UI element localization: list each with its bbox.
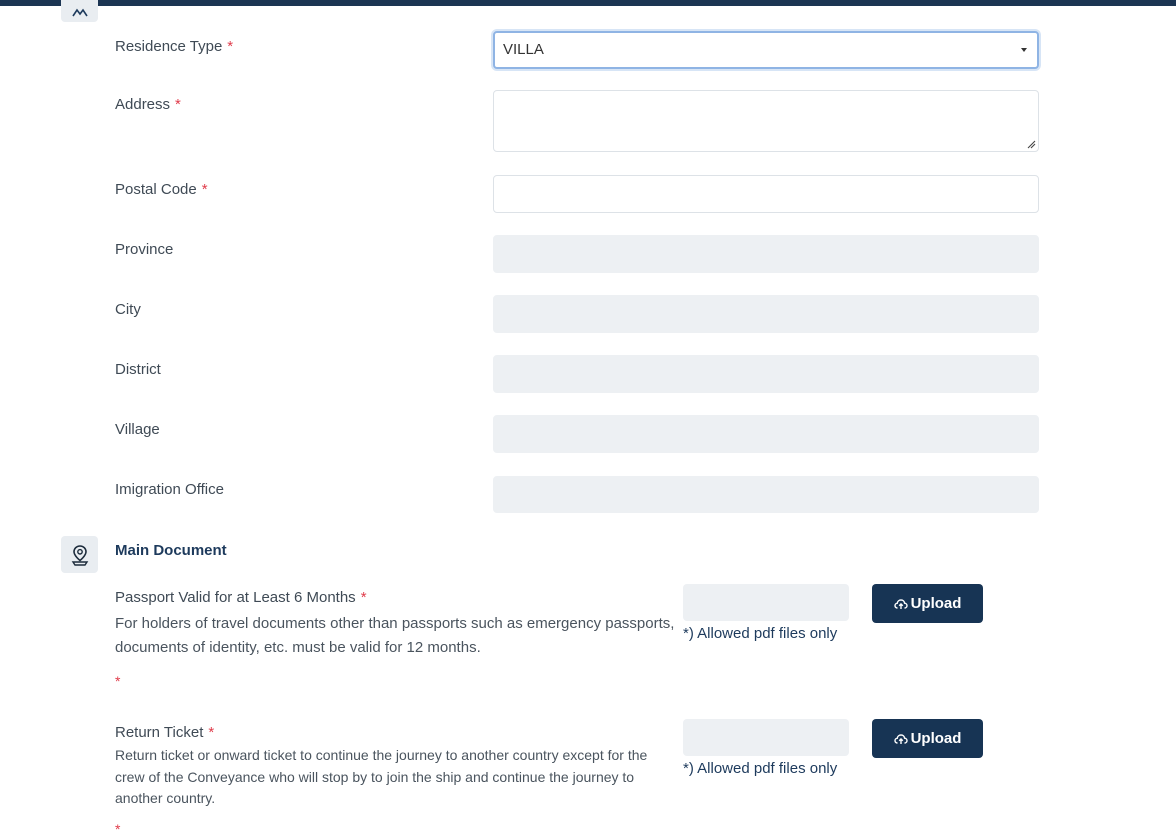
passport-file-hint: *) Allowed pdf files only [683, 625, 838, 642]
return-ticket-upload-label: Upload [910, 730, 962, 747]
main-document-title: Main Document [115, 542, 227, 559]
postal-code-input[interactable] [493, 175, 1039, 213]
resize-grip-icon[interactable] [1026, 139, 1036, 149]
return-ticket-upload-button[interactable]: Upload [872, 719, 983, 758]
residence-type-label: Residence Type * [115, 38, 234, 55]
province-label: Province [115, 241, 174, 258]
province-input [493, 235, 1039, 273]
passport-doc-description: For holders of travel documents other th… [115, 615, 675, 656]
city-input [493, 295, 1039, 333]
chevron-down-icon [1021, 48, 1027, 52]
immigration-office-input [493, 476, 1039, 513]
return-ticket-file-hint: *) Allowed pdf files only [683, 760, 838, 777]
village-input [493, 415, 1039, 453]
return-ticket-file-input[interactable] [683, 719, 849, 756]
passport-file-input[interactable] [683, 584, 849, 621]
cloud-upload-icon [893, 733, 908, 744]
return-ticket-required-mark: * [115, 821, 121, 837]
city-label: City [115, 301, 141, 318]
address-label: Address * [115, 96, 181, 113]
return-ticket-doc-title: Return Ticket * [115, 724, 215, 741]
residence-type-value: VILLA [503, 41, 544, 58]
district-label: District [115, 361, 161, 378]
residence-type-select[interactable]: VILLA [493, 31, 1039, 69]
location-pin-icon [61, 536, 98, 573]
immigration-office-label: Imigration Office [115, 481, 224, 498]
top-header-bar [0, 0, 1176, 6]
passport-doc-title: Passport Valid for at Least 6 Months * [115, 589, 367, 606]
return-ticket-doc-description: Return ticket or onward ticket to contin… [115, 747, 648, 806]
postal-code-label: Postal Code * [115, 181, 208, 198]
passport-required-mark: * [115, 673, 121, 689]
passport-upload-button[interactable]: Upload [872, 584, 983, 623]
cloud-upload-icon [893, 598, 908, 609]
passport-upload-label: Upload [910, 595, 962, 612]
map-icon [61, 0, 98, 22]
district-input [493, 355, 1039, 393]
village-label: Village [115, 421, 160, 438]
address-textarea[interactable] [493, 90, 1039, 152]
